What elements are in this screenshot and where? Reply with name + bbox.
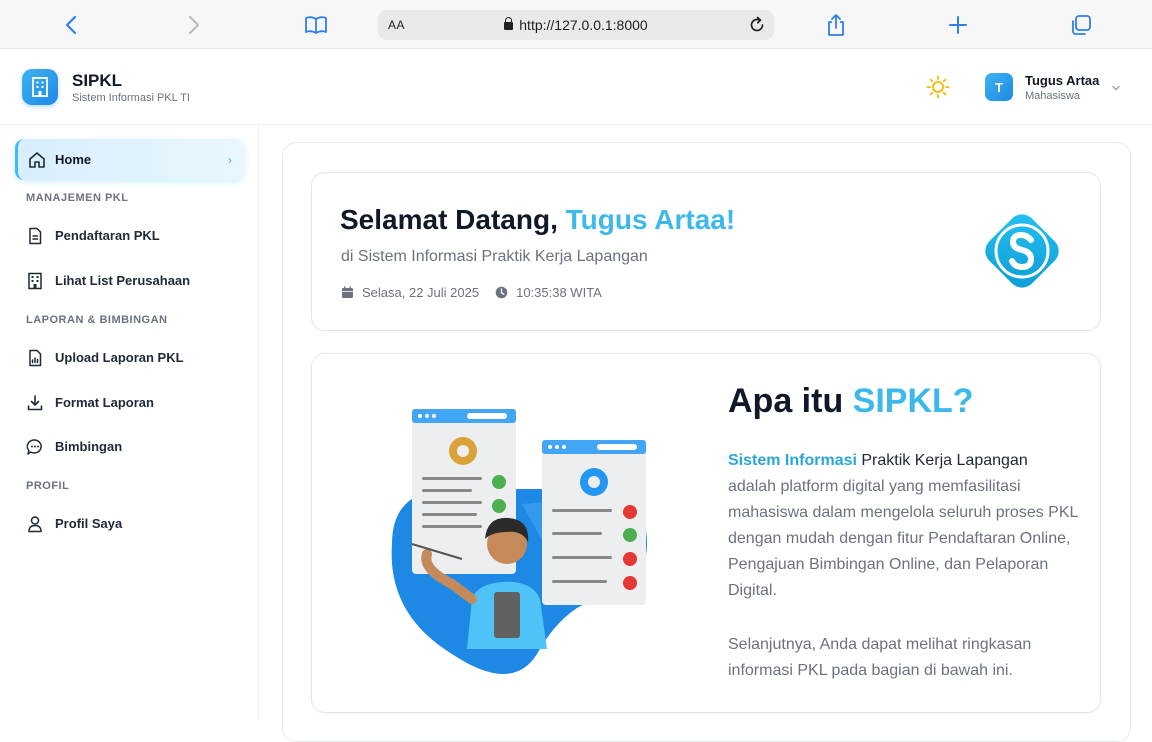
sidebar: Home › MANAJEMEN PKL Pendaftaran PKL Lih… (0, 125, 259, 720)
clock-icon (495, 286, 508, 299)
building-logo-icon (32, 77, 48, 97)
about-description: Sistem Informasi Praktik Kerja Lapangan … (728, 448, 1078, 604)
sidebar-item-label: Home (55, 152, 92, 167)
calendar-icon (342, 286, 353, 298)
user-name[interactable]: Tugus Artaa (1025, 73, 1099, 88)
share-icon[interactable] (823, 12, 849, 38)
document-icon (26, 227, 44, 245)
browser-toolbar: AA http://127.0.0.1:8000 (0, 0, 1152, 49)
forward-icon[interactable] (181, 12, 207, 38)
new-tab-icon[interactable] (945, 12, 971, 38)
section-title: LAPORAN & BIMBINGAN (26, 314, 168, 326)
app-header: SIPKL Sistem Informasi PKL TI T Tugus Ar… (0, 49, 1152, 125)
welcome-subtitle: di Sistem Informasi Praktik Kerja Lapang… (341, 248, 648, 265)
welcome-user-name: Tugus Artaa! (565, 204, 736, 235)
welcome-card: Selamat Datang, Tugus Artaa! di Sistem I… (311, 172, 1101, 331)
user-role: Mahasiswa (1025, 90, 1081, 102)
file-upload-icon (26, 349, 44, 367)
sidebar-item-label: Format Laporan (55, 395, 154, 410)
app-logo[interactable] (22, 69, 58, 105)
sidebar-item-label: Bimbingan (55, 439, 123, 454)
chevron-right-icon: › (228, 153, 232, 167)
sipkl-s-logo-icon (980, 209, 1064, 293)
about-intro-dark: Praktik Kerja Lapangan (856, 452, 1028, 469)
address-bar[interactable]: AA http://127.0.0.1:8000 (378, 10, 774, 40)
sidebar-item-label: Upload Laporan PKL (55, 350, 184, 365)
about-body-text: adalah platform digital yang memfasilita… (728, 478, 1078, 599)
sidebar-item-upload-laporan-pkl[interactable]: Upload Laporan PKL (15, 340, 244, 376)
tabs-overview-icon[interactable] (1068, 12, 1094, 38)
brand-name: SIPKL (72, 71, 123, 90)
brand-subtitle: Sistem Informasi PKL TI (72, 92, 190, 104)
about-title: Apa itu SIPKL? (728, 382, 974, 421)
about-summary-note: Selanjutnya, Anda dapat melihat ringkasa… (728, 636, 1032, 679)
section-title: PROFIL (26, 480, 70, 492)
section-title: MANAJEMEN PKL (26, 192, 129, 204)
sidebar-item-home[interactable]: Home › (15, 139, 244, 180)
sidebar-item-lihat-list-perusahaan[interactable]: Lihat List Perusahaan (15, 263, 244, 299)
sidebar-item-label: Lihat List Perusahaan (55, 273, 191, 288)
current-date: Selasa, 22 Juli 2025 (362, 285, 480, 300)
current-time: 10:35:38 WITA (516, 285, 602, 300)
welcome-greeting: Selamat Datang, (340, 204, 566, 235)
sidebar-item-pendaftaran-pkl[interactable]: Pendaftaran PKL (15, 218, 244, 254)
user-avatar[interactable]: T (985, 73, 1013, 101)
sidebar-item-bimbingan[interactable]: Bimbingan (15, 429, 244, 465)
chat-icon (26, 438, 44, 456)
welcome-datetime: Selasa, 22 Juli 2025 10:35:38 WITA (341, 285, 602, 300)
sidebar-item-format-laporan[interactable]: Format Laporan (15, 385, 244, 421)
sidebar-item-label: Pendaftaran PKL (55, 228, 160, 243)
about-title-prefix: Apa itu (728, 382, 853, 420)
user-icon (26, 515, 44, 533)
about-card: Apa itu SIPKL? Sistem Informasi Praktik … (311, 353, 1101, 713)
url-text: http://127.0.0.1:8000 (519, 17, 648, 33)
download-icon (26, 394, 44, 412)
about-intro-highlight: Sistem Informasi (728, 452, 857, 469)
home-icon (27, 150, 47, 170)
welcome-title: Selamat Datang, Tugus Artaa! (340, 204, 735, 236)
back-icon[interactable] (58, 12, 84, 38)
sidebar-item-label: Profil Saya (55, 516, 123, 531)
building-icon (26, 272, 44, 290)
reload-icon[interactable] (746, 14, 768, 36)
about-title-highlight: SIPKL? (852, 382, 974, 420)
illustration-student-checklist (372, 394, 662, 674)
theme-toggle-sun-icon[interactable] (925, 74, 951, 100)
chevron-down-icon[interactable] (1110, 81, 1122, 93)
lock-icon (504, 17, 514, 30)
reader-book-icon[interactable] (303, 12, 329, 38)
sidebar-item-profil-saya[interactable]: Profil Saya (15, 506, 244, 542)
